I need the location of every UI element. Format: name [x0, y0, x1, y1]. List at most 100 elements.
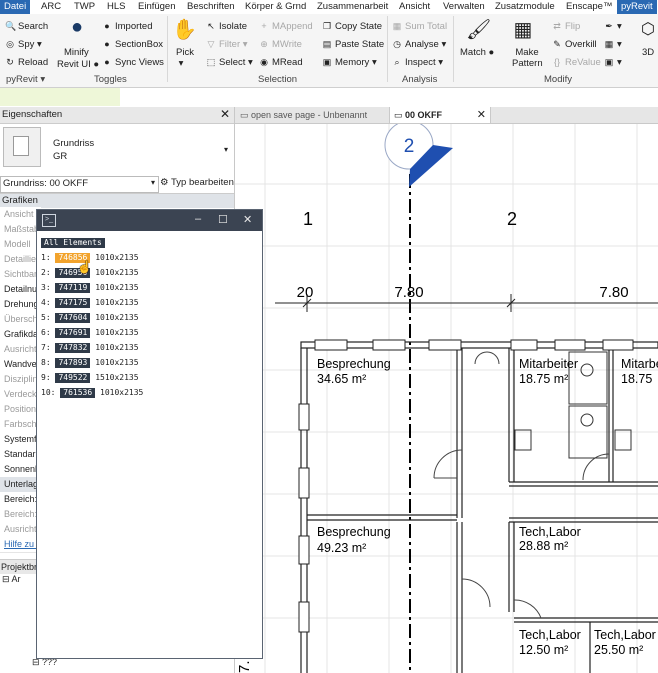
prop-row[interactable]: Disziplin — [0, 372, 41, 388]
output-console-window[interactable]: >_ – ☐ ✕ All Elements 1: 746856 1010x213… — [36, 209, 263, 659]
grid-tool-button[interactable]: ▦ ▾ — [604, 39, 622, 50]
search-button[interactable]: 🔍 Search — [5, 21, 48, 32]
prop-category-row[interactable]: Unterlage — [0, 477, 41, 493]
menu-tab-twp[interactable]: TWP — [74, 0, 95, 14]
flip-button[interactable]: ⇄ Flip — [552, 21, 580, 32]
memory-button[interactable]: ▣ Memory ▾ — [322, 57, 377, 68]
flip-icon: ⇄ — [553, 21, 561, 31]
analyse-button[interactable]: ◷ Analyse ▾ — [392, 39, 446, 50]
menu-tab-beschriften[interactable]: Beschriften — [187, 0, 235, 14]
filter-button[interactable]: ▽ Filter ▾ — [206, 39, 248, 50]
tab-open-save-page[interactable]: ▭ open save page - Unbenannt — [240, 107, 367, 123]
minify-button[interactable]: Minify — [64, 47, 89, 58]
frame-tool-button[interactable]: ▣ ▾ — [604, 57, 622, 68]
element-id-link[interactable]: 747893 — [55, 358, 91, 368]
pen-button[interactable]: ✒ ▾ — [604, 21, 622, 32]
analysis-group-label: Analysis — [402, 74, 438, 85]
overkill-button[interactable]: ✎ Overkill — [552, 39, 596, 50]
sum-total-button[interactable]: ▦ Sum Total — [392, 21, 447, 32]
drawing-canvas[interactable]: 2 1 2 20 7.80 7.80 7. Besprechung 34.65 … — [235, 124, 658, 673]
sectionbox-toggle[interactable]: ● SectionBox — [102, 39, 163, 50]
prop-row[interactable]: Bereich: — [0, 492, 41, 508]
mwrite-button[interactable]: ⊕ MWrite — [259, 39, 302, 50]
mappend-button[interactable]: + MAppend — [259, 21, 312, 32]
mread-button[interactable]: ◉ MRead — [259, 57, 303, 68]
revalue-button[interactable]: {} ReValue — [552, 57, 601, 68]
instance-selector[interactable]: Grundriss: 00 OKFF ▾ — [0, 176, 159, 193]
prop-row[interactable]: Drehung — [0, 297, 41, 313]
make-pattern-button[interactable]: Make Pattern — [512, 47, 543, 69]
console-title-bar[interactable]: >_ – ☐ ✕ — [37, 210, 262, 231]
select-button[interactable]: ⬚ Select ▾ — [206, 57, 253, 68]
element-id-link[interactable]: 747832 — [55, 343, 91, 353]
prop-row[interactable]: Farbsch — [0, 417, 41, 433]
inspect-button[interactable]: ⌕ Inspect ▾ — [392, 57, 443, 68]
pyrevit-group-label[interactable]: pyRevit ▾ — [6, 74, 45, 85]
menu-tab-ansicht[interactable]: Ansicht — [399, 0, 430, 14]
match-button[interactable]: Match ● — [460, 47, 494, 58]
prop-row[interactable]: Modell — [0, 237, 41, 253]
edit-type-button[interactable]: ⚙ Typ bearbeiten — [160, 177, 234, 188]
tab-00-okff[interactable]: ▭ 00 OKFF ✕ — [389, 107, 491, 123]
reload-button[interactable]: ↻ Reload — [5, 57, 48, 68]
tree-collapse-icon[interactable]: ⊟ Ar — [2, 574, 21, 585]
prop-row[interactable]: Sichtbar — [0, 267, 41, 283]
spy-button[interactable]: ◎ Spy ▾ — [5, 39, 42, 50]
section-marker[interactable]: 2 — [384, 124, 453, 187]
close-icon[interactable]: ✕ — [243, 213, 252, 226]
prop-row[interactable]: Wandve — [0, 357, 41, 373]
prop-row[interactable]: Detailnu — [0, 282, 41, 298]
prop-row[interactable]: Übersch — [0, 312, 41, 328]
prop-row[interactable]: Ausricht — [0, 342, 41, 358]
prop-row[interactable]: Ansicht — [0, 207, 41, 223]
dimension-label: 20 — [297, 284, 314, 301]
isolate-button[interactable]: ↖ Isolate — [206, 21, 247, 32]
menu-tab-enscape[interactable]: Enscape™ — [566, 0, 612, 14]
prop-row[interactable]: Verdeck — [0, 387, 41, 403]
menu-tab-pyrevit[interactable]: pyRevit — [617, 0, 657, 14]
element-id-link[interactable]: 761536 — [60, 388, 96, 398]
menu-tab-zusatzmodule[interactable]: Zusatzmodule — [495, 0, 555, 14]
close-icon[interactable]: ✕ — [477, 107, 486, 123]
menu-tab-zusammenarbeit[interactable]: Zusammenarbeit — [317, 0, 388, 14]
revit-ui-button[interactable]: Revit UI ● — [57, 59, 99, 70]
grid-icon: ▦ — [604, 39, 614, 49]
prop-row[interactable]: Systemf — [0, 432, 41, 448]
help-link[interactable]: Hilfe zu E — [0, 537, 41, 553]
prop-row[interactable]: Position — [0, 402, 41, 418]
minimize-icon[interactable]: – — [195, 213, 201, 225]
3d-button[interactable]: 3D — [642, 47, 654, 58]
menu-tab-datei[interactable]: Datei — [0, 0, 31, 14]
element-id-link[interactable]: 747604 — [55, 313, 91, 323]
imported-toggle[interactable]: ● Imported — [102, 21, 152, 32]
menu-tab-hls[interactable]: HLS — [107, 0, 125, 14]
prop-row[interactable]: Detaillie — [0, 252, 41, 268]
category-header[interactable]: Grafiken — [0, 193, 234, 208]
maximize-icon[interactable]: ☐ — [218, 213, 228, 226]
syncviews-toggle[interactable]: ● Sync Views — [102, 57, 164, 68]
element-id-link[interactable]: 749522 — [55, 373, 91, 383]
close-icon[interactable]: ✕ — [220, 107, 230, 121]
pick-button[interactable]: Pick ▾ — [176, 47, 194, 69]
prop-row[interactable]: Maßstab — [0, 222, 41, 238]
reload-icon: ↻ — [6, 57, 14, 67]
prop-row[interactable]: Bereich: — [0, 507, 41, 523]
element-id-link[interactable]: 747119 — [55, 283, 91, 293]
paste-state-button[interactable]: ▤ Paste State — [322, 39, 384, 50]
prop-row[interactable]: Ausricht — [0, 522, 41, 538]
prop-row[interactable]: Standar — [0, 447, 41, 463]
copy-state-button[interactable]: ❐ Copy State — [322, 21, 382, 32]
element-id-link[interactable]: 747175 — [55, 298, 91, 308]
menu-tab-koerper[interactable]: Körper & Grnd — [245, 0, 306, 14]
menu-tab-arc[interactable]: ARC — [41, 0, 61, 14]
element-id-link[interactable]: 747691 — [55, 328, 91, 338]
menu-tab-einfuegen[interactable]: Einfügen — [138, 0, 176, 14]
prop-row[interactable]: Sonnenl — [0, 462, 41, 478]
menu-tab-verwalten[interactable]: Verwalten — [443, 0, 485, 14]
dimension-label: 7. — [236, 660, 253, 673]
list-item: 10: 761536 1010x2135 — [41, 388, 144, 398]
circle-arrow-icon: ◉ — [260, 57, 268, 67]
prop-row[interactable]: Grafikda — [0, 327, 41, 343]
room-name: Besprechung — [317, 525, 391, 539]
type-dropdown-icon[interactable]: ▾ — [224, 145, 228, 154]
